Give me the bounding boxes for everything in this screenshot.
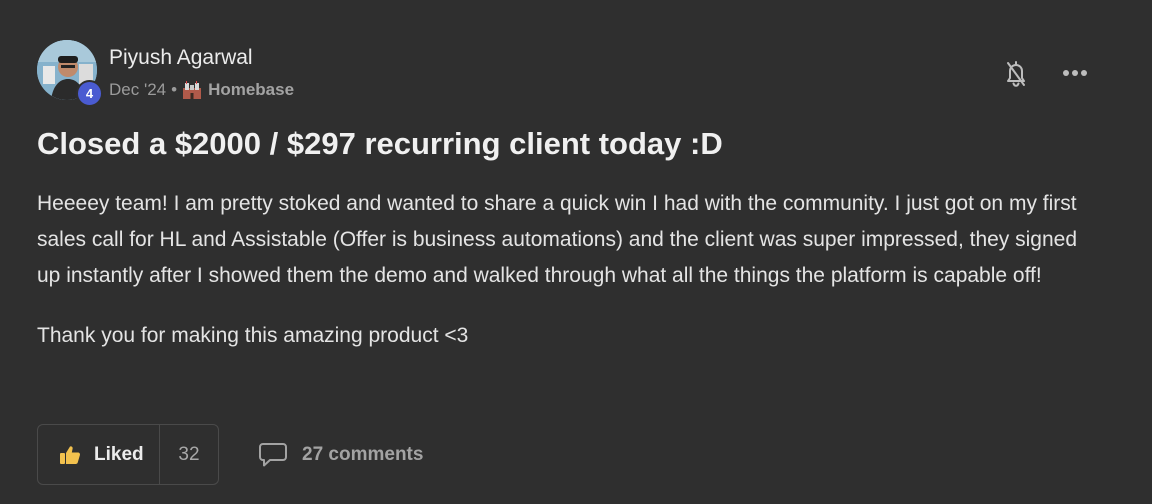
post-title: Closed a $2000 / $297 recurring client t… xyxy=(37,126,723,161)
like-label: Liked xyxy=(94,443,144,465)
level-number: 4 xyxy=(85,86,94,101)
post-meta: Dec '24 • Homebase xyxy=(109,80,294,100)
thumbs-up-icon xyxy=(59,445,81,465)
like-group: Liked 32 xyxy=(37,424,219,485)
comment-icon xyxy=(258,442,288,468)
comments-label: 27 comments xyxy=(302,444,424,465)
author-avatar[interactable]: 4 xyxy=(37,40,103,107)
meta-separator: • xyxy=(171,80,178,99)
post-paragraph: Heeeey team! I am pretty stoked and want… xyxy=(37,192,1078,287)
more-dots-icon xyxy=(1063,70,1087,76)
bell-off-icon xyxy=(1007,61,1025,87)
like-count[interactable]: 32 xyxy=(160,425,218,484)
level-badge: 4 xyxy=(76,80,103,107)
post-date[interactable]: Dec '24 xyxy=(109,80,166,100)
post-body: Heeeey team! I am pretty stoked and want… xyxy=(37,186,1097,354)
notification-toggle-button[interactable] xyxy=(1002,58,1030,90)
like-button[interactable]: Liked xyxy=(38,425,160,484)
more-options-button[interactable] xyxy=(1060,62,1090,84)
post-paragraph: Thank you for making this amazing produc… xyxy=(37,324,469,347)
author-name[interactable]: Piyush Agarwal xyxy=(109,46,253,70)
community-post: 4 Piyush Agarwal Dec '24 • Homebase Clos… xyxy=(0,0,1152,504)
castle-icon xyxy=(182,81,202,99)
space-link[interactable]: Homebase xyxy=(208,80,294,100)
comments-button[interactable]: 27 comments xyxy=(258,440,423,470)
